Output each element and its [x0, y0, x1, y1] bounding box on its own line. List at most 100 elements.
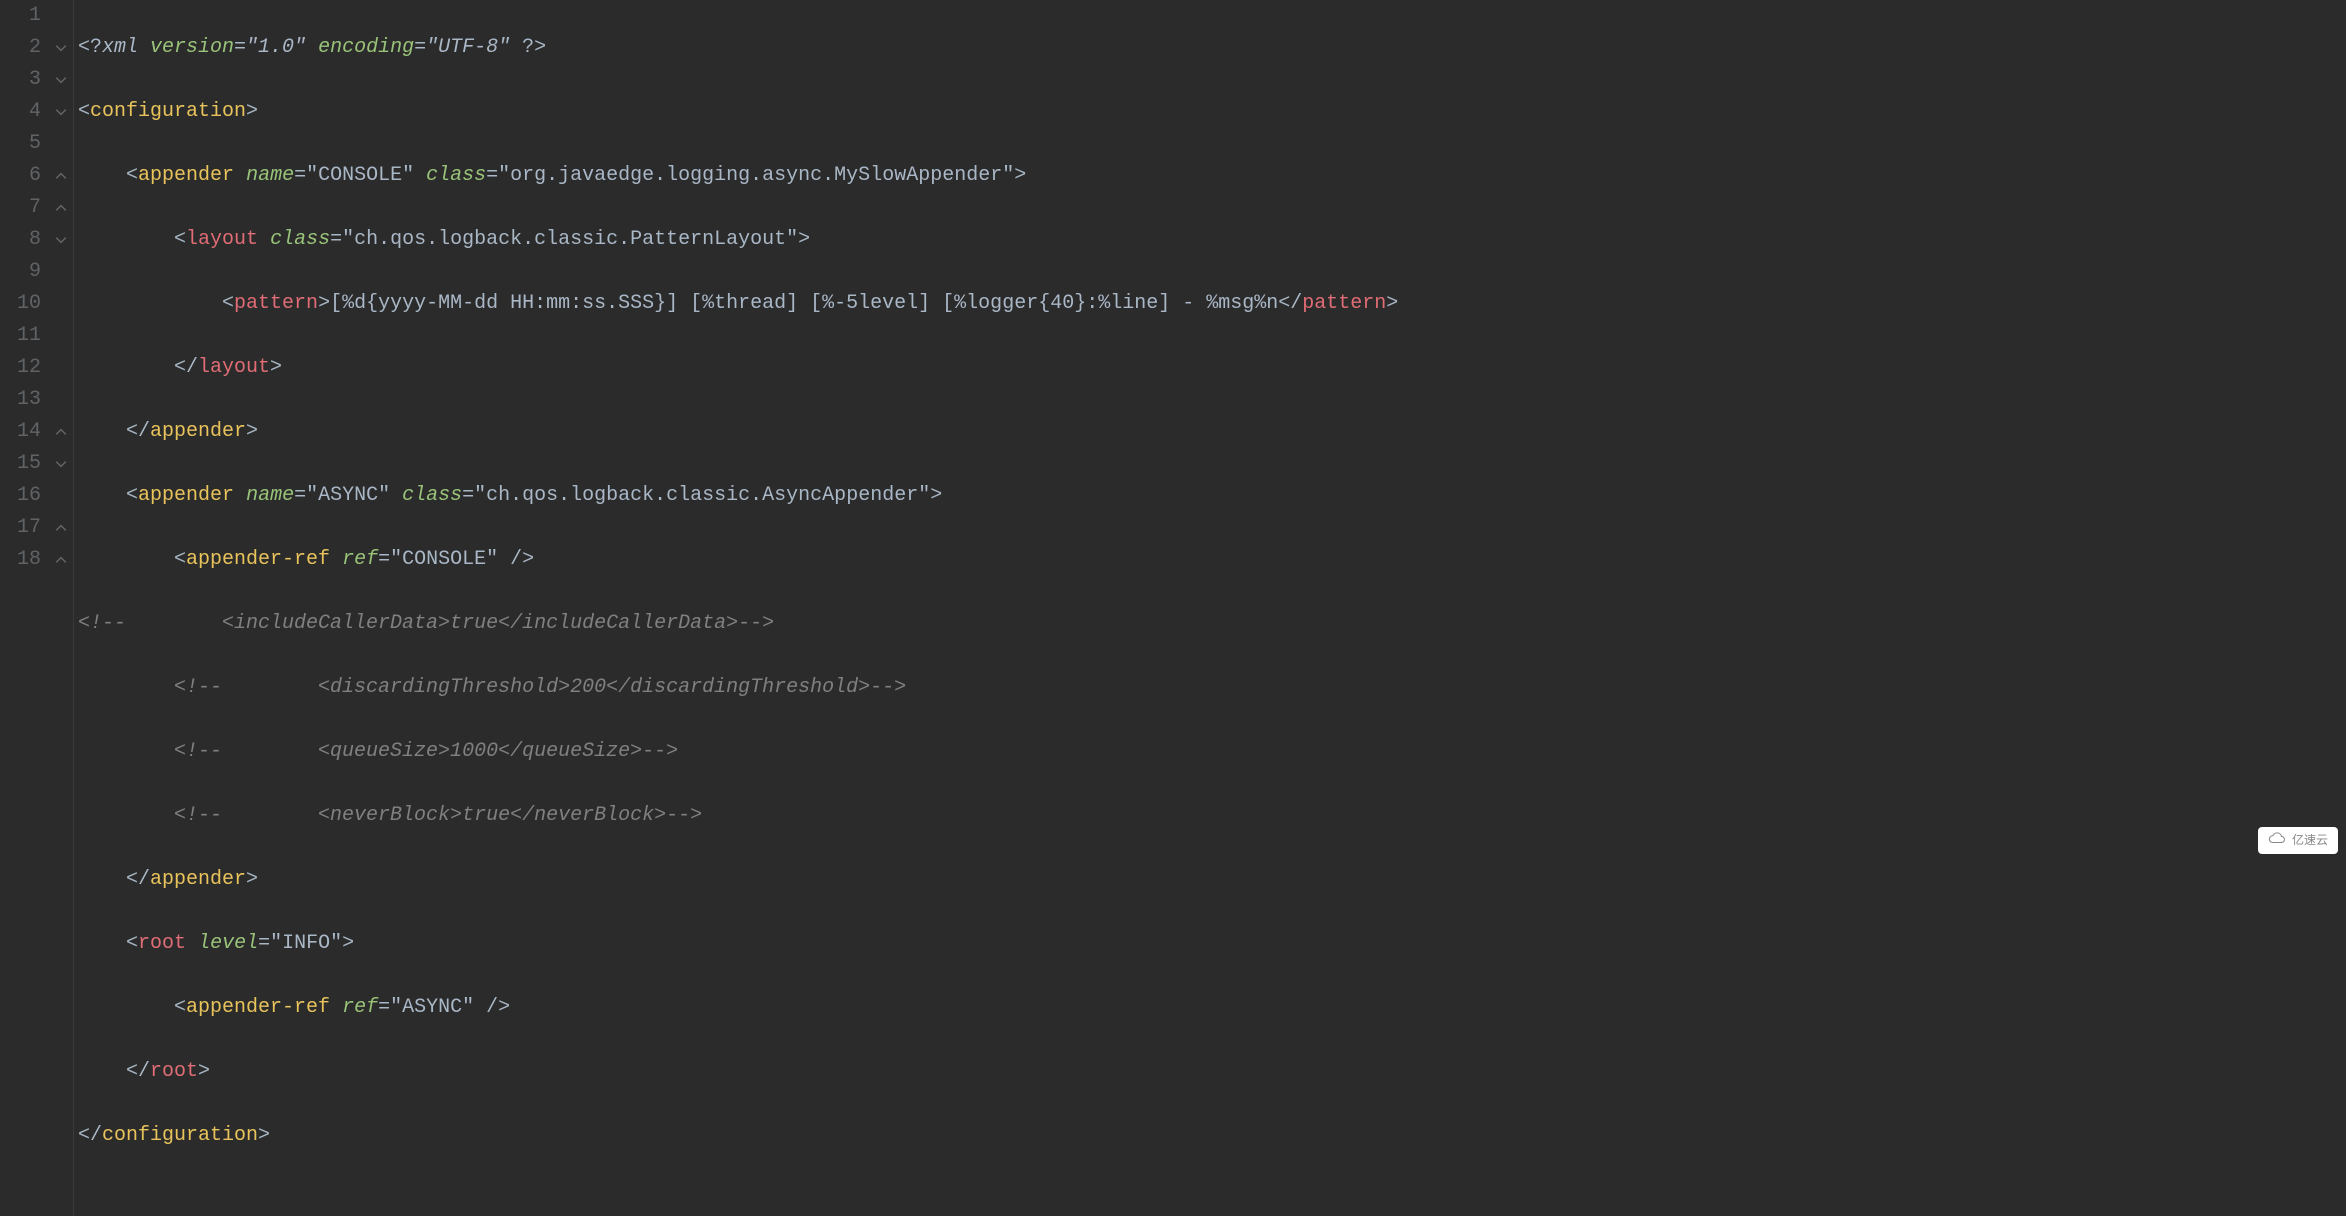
tag-root-close: root [150, 1060, 198, 1083]
attr-class: class [270, 228, 330, 251]
fold-marker-open[interactable] [48, 32, 73, 64]
fold-marker-close[interactable] [48, 544, 73, 576]
attr-value: ="INFO" [258, 932, 342, 955]
fold-marker-close[interactable] [48, 192, 73, 224]
fold-marker-close[interactable] [48, 160, 73, 192]
code-line[interactable]: </appender> [78, 416, 2346, 448]
attr-value: ="ch.qos.logback.classic.PatternLayout" [330, 228, 798, 251]
xml-decl-name: xml [102, 36, 150, 59]
line-number: 4 [0, 96, 41, 128]
line-number: 1 [0, 0, 41, 32]
attr-class: class [426, 164, 486, 187]
attr-ref: ref [342, 548, 378, 571]
fold-marker-open[interactable] [48, 96, 73, 128]
tag-appender-close: appender [150, 420, 246, 443]
attr-value: ="ch.qos.logback.classic.AsyncAppender" [462, 484, 930, 507]
line-number: 12 [0, 352, 41, 384]
code-line[interactable]: <?xml version="1.0" encoding="UTF-8" ?> [78, 32, 2346, 64]
line-number: 17 [0, 512, 41, 544]
tag-appender-close: appender [150, 868, 246, 891]
tag-pattern-close: pattern [1302, 292, 1386, 315]
code-line[interactable]: <!-- <discardingThreshold>200</discardin… [78, 672, 2346, 704]
tag-appender: appender [138, 484, 234, 507]
code-line[interactable]: <appender name="ASYNC" class="ch.qos.log… [78, 480, 2346, 512]
line-number: 7 [0, 192, 41, 224]
code-editor[interactable]: 1 2 3 4 5 6 7 8 9 10 11 12 13 14 15 16 1… [0, 0, 2346, 1216]
tag-layout: layout [186, 228, 258, 251]
attr-encoding: encoding [318, 36, 414, 59]
fold-marker-close[interactable] [48, 512, 73, 544]
code-line[interactable]: <!-- <neverBlock>true</neverBlock>--> [78, 800, 2346, 832]
attr-level: level [198, 932, 258, 955]
code-line[interactable]: <pattern>[%d{yyyy-MM-dd HH:mm:ss.SSS}] [… [78, 288, 2346, 320]
watermark-text: 亿速云 [2292, 831, 2328, 850]
attr-value: ="UTF-8" [414, 36, 522, 59]
code-line[interactable]: </configuration> [78, 1120, 2346, 1152]
comment: <!-- <includeCallerData>true</includeCal… [78, 612, 774, 635]
fold-marker[interactable] [48, 0, 73, 32]
fold-gutter [48, 0, 74, 1216]
attr-value: ="CONSOLE" [294, 164, 426, 187]
code-line[interactable]: <!-- <queueSize>1000</queueSize>--> [78, 736, 2346, 768]
line-number: 18 [0, 544, 41, 576]
attr-class: class [402, 484, 462, 507]
code-line[interactable]: <layout class="ch.qos.logback.classic.Pa… [78, 224, 2346, 256]
fold-marker-open[interactable] [48, 224, 73, 256]
processing-instruction-close: ?> [522, 36, 546, 59]
code-line[interactable]: <appender-ref ref="ASYNC" /> [78, 992, 2346, 1024]
comment: <!-- <discardingThreshold>200</discardin… [174, 676, 906, 699]
fold-marker-open[interactable] [48, 448, 73, 480]
attr-value: ="org.javaedge.logging.async.MySlowAppen… [486, 164, 1014, 187]
attr-value: ="ASYNC" [294, 484, 402, 507]
line-number: 9 [0, 256, 41, 288]
fold-marker-open[interactable] [48, 64, 73, 96]
tag-configuration-close: configuration [102, 1124, 258, 1147]
cloud-icon [2268, 831, 2286, 850]
tag-appender: appender [138, 164, 234, 187]
fold-marker[interactable] [48, 320, 73, 352]
fold-marker[interactable] [48, 288, 73, 320]
line-number: 3 [0, 64, 41, 96]
tag-appender-ref: appender-ref [186, 996, 330, 1019]
line-number-gutter: 1 2 3 4 5 6 7 8 9 10 11 12 13 14 15 16 1… [0, 0, 48, 1216]
comment: <!-- <neverBlock>true</neverBlock>--> [174, 804, 702, 827]
line-number: 11 [0, 320, 41, 352]
code-line[interactable]: <!-- <includeCallerData>true</includeCal… [78, 608, 2346, 640]
line-number: 14 [0, 416, 41, 448]
attr-value: ="CONSOLE" [378, 548, 510, 571]
code-line[interactable]: <appender-ref ref="CONSOLE" /> [78, 544, 2346, 576]
line-number: 15 [0, 448, 41, 480]
fold-marker[interactable] [48, 384, 73, 416]
code-line[interactable]: <root level="INFO"> [78, 928, 2346, 960]
fold-marker-close[interactable] [48, 416, 73, 448]
code-line[interactable]: </appender> [78, 864, 2346, 896]
code-line[interactable]: <configuration> [78, 96, 2346, 128]
tag-root: root [138, 932, 186, 955]
fold-marker[interactable] [48, 256, 73, 288]
attr-value: ="1.0" [234, 36, 318, 59]
attr-name: name [246, 484, 294, 507]
pattern-text: [%d{yyyy-MM-dd HH:mm:ss.SSS}] [%thread] … [330, 292, 1278, 315]
line-number: 2 [0, 32, 41, 64]
fold-marker[interactable] [48, 128, 73, 160]
fold-marker[interactable] [48, 352, 73, 384]
code-line[interactable]: </layout> [78, 352, 2346, 384]
attr-version: version [150, 36, 234, 59]
code-line[interactable]: <appender name="CONSOLE" class="org.java… [78, 160, 2346, 192]
fold-marker[interactable] [48, 480, 73, 512]
line-number: 13 [0, 384, 41, 416]
comment: <!-- <queueSize>1000</queueSize>--> [174, 740, 678, 763]
tag-appender-ref: appender-ref [186, 548, 330, 571]
tag-pattern: pattern [234, 292, 318, 315]
line-number: 8 [0, 224, 41, 256]
attr-value: ="ASYNC" [378, 996, 486, 1019]
attr-name: name [246, 164, 294, 187]
line-number: 16 [0, 480, 41, 512]
code-line[interactable]: </root> [78, 1056, 2346, 1088]
watermark-badge: 亿速云 [2258, 827, 2338, 854]
code-area[interactable]: <?xml version="1.0" encoding="UTF-8" ?> … [74, 0, 2346, 1216]
line-number: 5 [0, 128, 41, 160]
tag-configuration: configuration [90, 100, 246, 123]
line-number: 6 [0, 160, 41, 192]
tag-layout-close: layout [198, 356, 270, 379]
